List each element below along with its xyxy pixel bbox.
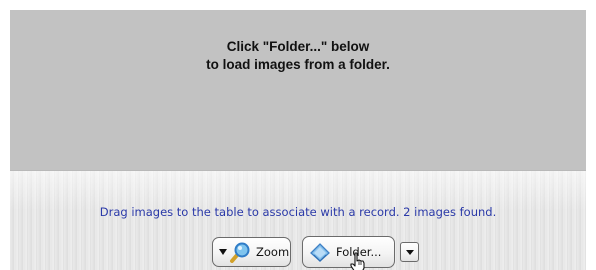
status-message: Drag images to the table to associate wi… (99, 205, 497, 219)
folder-button-label: Folder... (336, 245, 382, 259)
image-preview-area[interactable]: Click "Folder..." below to load images f… (10, 10, 586, 170)
empty-message-line-2: to load images from a folder. (206, 57, 390, 72)
bottom-toolbar: Drag images to the table to associate wi… (10, 170, 586, 270)
folder-button[interactable]: Folder... (302, 236, 395, 268)
magnifier-icon (229, 241, 251, 263)
dropdown-arrow-icon (405, 249, 415, 256)
options-menu-button[interactable] (400, 242, 419, 262)
zoom-button[interactable]: Zoom (212, 237, 291, 267)
dropdown-arrow-icon (218, 248, 228, 256)
image-panel: Click "Folder..." below to load images f… (10, 10, 586, 270)
empty-message-line-1: Click "Folder..." below (226, 39, 370, 54)
empty-preview-message: Click "Folder..." below to load images f… (10, 38, 586, 74)
zoom-button-label: Zoom (256, 245, 290, 259)
folder-icon (309, 241, 331, 263)
